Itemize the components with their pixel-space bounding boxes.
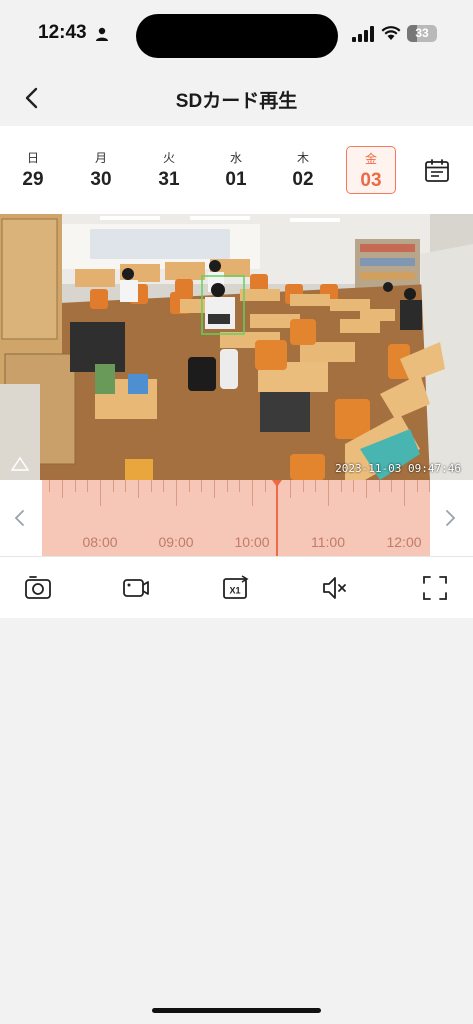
video-frame (0, 214, 473, 480)
wifi-icon (381, 26, 401, 40)
timeline-minor-tick (353, 480, 355, 492)
timeline-minor-tick (62, 480, 63, 498)
record-button[interactable] (121, 573, 151, 603)
timeline-minor-tick (429, 480, 430, 492)
timeline-minor-tick (163, 480, 165, 492)
timeline-minor-tick (290, 480, 291, 498)
battery-icon: 33 (407, 25, 437, 42)
header: SDカード再生 (0, 70, 473, 126)
speed-button[interactable]: X1 (221, 573, 251, 603)
timeline-hour-label: 08:00 (82, 534, 118, 550)
timeline-minor-tick (366, 480, 367, 498)
camera-brand-logo (10, 456, 30, 471)
timeline-hour-tick (176, 480, 177, 506)
timeline-hour-tick (100, 480, 101, 506)
day-number: 03 (360, 170, 382, 191)
day-03-selected[interactable]: 金 03 (346, 146, 396, 194)
signal-icon (352, 26, 374, 42)
status-bar: 12:43 33 (0, 0, 473, 70)
fullscreen-button[interactable] (420, 573, 450, 603)
timeline-minor-tick (150, 480, 152, 492)
mute-button[interactable] (320, 573, 350, 603)
snapshot-button[interactable] (23, 573, 53, 603)
dynamic-island (136, 14, 338, 58)
day-of-week: 日 (26, 151, 39, 165)
timeline-next-button[interactable] (438, 506, 462, 530)
fullscreen-icon (423, 576, 447, 600)
timeline-hour-tick (404, 480, 405, 506)
timeline-hour-label: 10:00 (234, 534, 270, 550)
video-camera-icon (123, 579, 149, 597)
timeline-hour-tick (328, 480, 329, 506)
timeline-minor-tick (214, 480, 215, 498)
timeline-minor-tick (378, 480, 380, 492)
day-29[interactable]: 日 29 (8, 146, 58, 194)
timeline-minor-tick (49, 480, 51, 492)
timeline-minor-tick (188, 480, 190, 492)
timeline-minor-tick (315, 480, 317, 492)
person-icon (96, 27, 108, 41)
video-timestamp: 2023-11-03 09:47:46 (335, 462, 461, 475)
day-31[interactable]: 火 31 (144, 146, 194, 194)
chevron-left-icon (14, 510, 24, 526)
day-number: 02 (292, 169, 314, 190)
timeline-minor-tick (340, 480, 342, 492)
timeline-minor-tick (74, 480, 76, 492)
timeline-minor-tick (112, 480, 114, 492)
toolbar: X1 (0, 556, 473, 618)
day-of-week: 木 (296, 151, 309, 165)
timeline-hour-label: 11:00 (311, 534, 345, 550)
calendar-icon[interactable] (424, 158, 450, 184)
timeline-hour-tick (252, 480, 253, 506)
day-30[interactable]: 月 30 (76, 146, 126, 194)
battery-percent: 33 (415, 26, 429, 40)
timeline-minor-tick (391, 480, 393, 492)
day-of-week: 月 (94, 151, 107, 165)
timeline-hour-label: 09:00 (158, 534, 194, 550)
speed-x1-icon: X1 (223, 575, 249, 599)
page-title: SDカード再生 (175, 91, 298, 112)
timeline-minor-tick (87, 480, 89, 492)
date-strip: 日 29 月 30 火 31 水 01 木 02 金 03 (0, 126, 473, 214)
day-of-week: 火 (162, 151, 175, 165)
timeline-area: 08:00 09:00 10:00 11:00 12:00 (0, 480, 473, 556)
chevron-right-icon (446, 510, 456, 526)
video-player[interactable]: 2023-11-03 09:47:46 (0, 214, 473, 480)
timeline-minor-tick (226, 480, 228, 492)
speed-label: X1 (229, 586, 240, 596)
day-01[interactable]: 水 01 (211, 146, 261, 194)
timeline-minor-tick (264, 480, 266, 492)
timeline-minor-tick (416, 480, 418, 492)
day-number: 30 (90, 169, 112, 190)
day-of-week: 水 (229, 151, 242, 165)
day-number: 01 (225, 169, 247, 190)
timeline-hour-label: 12:00 (386, 534, 422, 550)
status-time: 12:43 (38, 22, 87, 43)
timeline-minor-tick (125, 480, 127, 492)
day-of-week: 金 (364, 152, 377, 166)
home-indicator (152, 1008, 321, 1013)
timeline-minor-tick (239, 480, 241, 492)
timeline-prev-button[interactable] (8, 506, 32, 530)
day-02[interactable]: 木 02 (278, 146, 328, 194)
timeline-minor-tick (201, 480, 203, 492)
timeline-scrubber[interactable]: 08:00 09:00 10:00 11:00 12:00 (42, 480, 430, 556)
timeline-minor-tick (138, 480, 139, 498)
timeline-minor-tick (302, 480, 304, 492)
day-number: 29 (22, 169, 44, 190)
day-number: 31 (158, 169, 180, 190)
camera-icon (25, 576, 51, 599)
playhead[interactable] (276, 480, 278, 556)
speaker-muted-icon (323, 577, 346, 599)
